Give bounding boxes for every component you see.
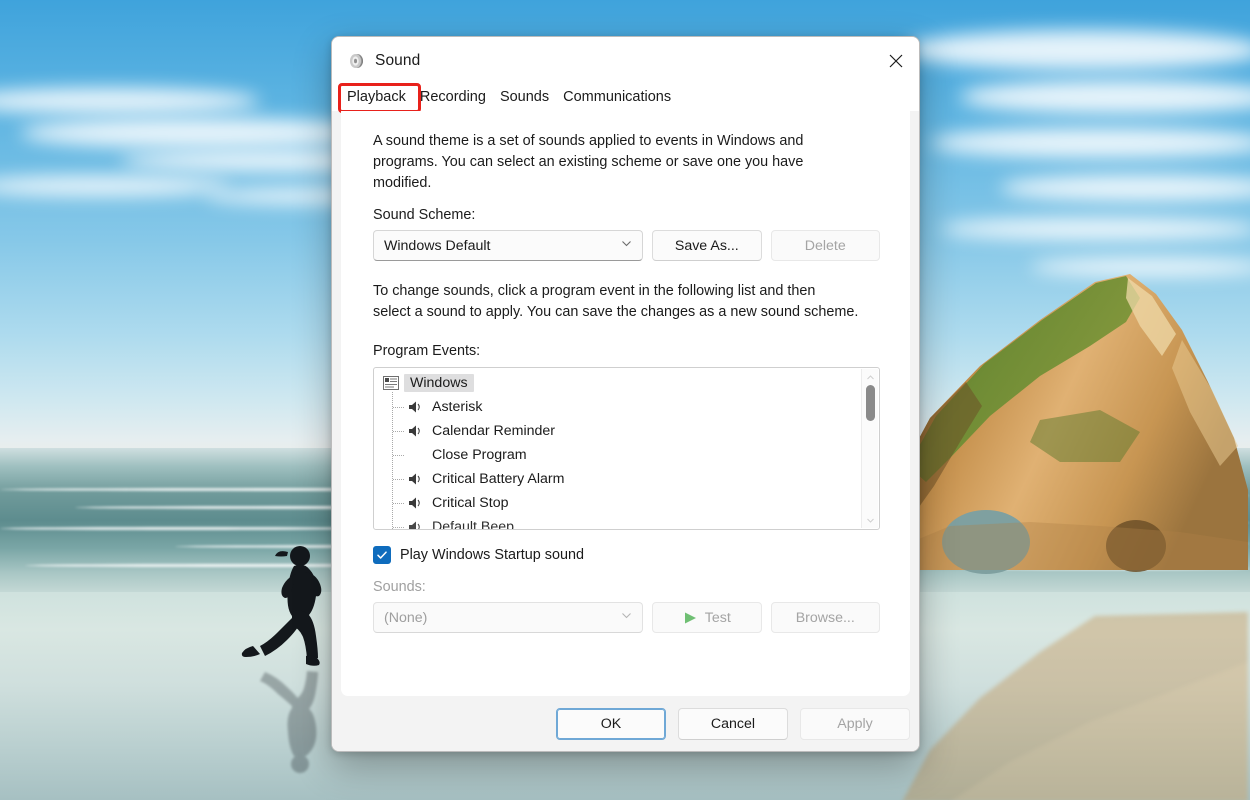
sounds-label: Sounds: [373,579,880,595]
tree-item-label: Asterisk [432,399,482,415]
cloud-shape [0,88,260,114]
cloud-shape [0,176,230,196]
cloud-shape [20,118,380,148]
checkmark-icon [376,549,388,561]
tree-item-label: Default Beep [432,519,514,530]
rock-reflection [890,612,1250,800]
cloud-shape [930,128,1250,158]
tree-item-label: Calendar Reminder [432,423,555,439]
dialog-titlebar: Sound [332,37,919,85]
program-events-listbox[interactable]: Windows Asterisk Calenda [373,367,880,530]
sound-speaker-icon [346,51,366,71]
tree-item-critical-stop[interactable]: Critical Stop [374,491,879,515]
speaker-icon [408,496,423,510]
instructions-paragraph: To change sounds, click a program event … [373,281,880,323]
scroll-up-icon[interactable] [862,370,879,384]
play-startup-sound-checkbox[interactable] [373,546,391,564]
tree-root-windows[interactable]: Windows [374,371,879,395]
tree-item-calendar-reminder[interactable]: Calendar Reminder [374,419,879,443]
apply-button: Apply [800,708,910,740]
tree-item-default-beep[interactable]: Default Beep [374,515,879,530]
sound-scheme-combobox[interactable]: Windows Default [373,230,643,261]
tree-item-label: Critical Battery Alarm [432,471,564,487]
tab-playback[interactable]: Playback [340,86,413,111]
speaker-icon [408,472,423,486]
play-startup-sound-checkbox-row[interactable]: Play Windows Startup sound [373,546,880,564]
test-button: Test [652,602,761,633]
sounds-combobox: (None) [373,602,643,633]
intro-line-3: modified. [373,175,431,191]
windows-folder-icon [383,376,399,390]
scroll-down-icon[interactable] [862,513,879,527]
play-triangle-icon [683,611,698,625]
intro-paragraph: A sound theme is a set of sounds applied… [373,131,880,194]
runner-reflection [236,668,332,778]
cloud-shape [960,80,1250,114]
close-icon[interactable] [873,37,919,85]
rock-arch-formation [890,170,1250,630]
tree-item-asterisk[interactable]: Asterisk [374,395,879,419]
intro-line-1: A sound theme is a set of sounds applied… [373,133,803,149]
tab-sounds[interactable]: Sounds [493,86,556,111]
intro-line-2: programs. You can select an existing sch… [373,154,803,170]
listbox-scrollbar[interactable] [861,369,878,528]
scrollbar-thumb[interactable] [866,385,875,421]
instructions-line-1: To change sounds, click a program event … [373,283,815,299]
dialog-footer: OK Cancel Apply [332,696,919,751]
tree-item-critical-battery-alarm[interactable]: Critical Battery Alarm [374,467,879,491]
sounds-tab-panel: A sound theme is a set of sounds applied… [341,111,910,696]
program-events-label: Program Events: [373,343,880,359]
instructions-line-2: select a sound to apply. You can save th… [373,304,858,320]
runner-silhouette [236,540,332,670]
browse-button: Browse... [771,602,880,633]
chevron-down-icon [620,609,634,626]
sound-scheme-label: Sound Scheme: [373,207,880,223]
tree-item-label: Close Program [432,447,527,463]
tree-item-label: Critical Stop [432,495,508,511]
tree-root-label: Windows [404,374,474,392]
cloud-shape [905,30,1250,70]
sound-scheme-value: Windows Default [384,238,620,254]
tab-recording[interactable]: Recording [413,86,493,111]
window-title: Sound [375,52,420,70]
ok-button[interactable]: OK [556,708,666,740]
chevron-down-icon [620,237,634,254]
tree-item-close-program[interactable]: Close Program [374,443,879,467]
sounds-value: (None) [384,610,620,626]
sound-dialog-window: Sound Playback Recording Sounds Communic… [331,36,920,752]
tab-communications[interactable]: Communications [556,86,678,111]
test-button-label: Test [705,610,731,626]
delete-button: Delete [771,230,880,261]
play-startup-sound-label: Play Windows Startup sound [400,547,584,563]
speaker-icon [408,424,423,438]
tab-strip: Playback Recording Sounds Communications [332,85,919,111]
speaker-icon [408,520,423,530]
program-events-tree: Windows Asterisk Calenda [374,368,879,530]
cancel-button[interactable]: Cancel [678,708,788,740]
save-as-button[interactable]: Save As... [652,230,761,261]
speaker-icon [408,400,423,414]
